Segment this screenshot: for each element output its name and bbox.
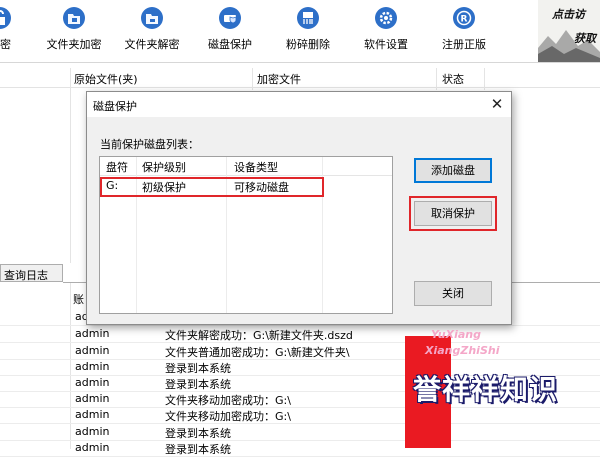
log-account: admin <box>75 376 110 389</box>
disk-protect-dialog: 磁盘保护 ✕ 当前保护磁盘列表： 盘符 保护级别 设备类型 G: 初级保护 可移… <box>86 91 512 325</box>
watermark-pinyin-1: YuXiang <box>431 328 481 341</box>
log-column-account[interactable]: 账 <box>73 291 84 307</box>
brand-text-1: 点击访 <box>552 8 585 21</box>
toolbar-label: 解密 <box>0 38 11 51</box>
log-message: 文件夹移动加密成功：G:\ <box>165 394 291 407</box>
svg-text:R: R <box>461 15 468 25</box>
highlight-box <box>409 196 497 231</box>
toolbar: 解密 文件夹加密 文件夹解密 磁盘保护 粉碎删除 软件设置 R 注册正版 点击访… <box>0 0 600 63</box>
log-message: 文件夹解密成功：G:\新建文件夹.dszd <box>165 329 353 342</box>
column-divider <box>436 68 437 90</box>
dialog-titlebar[interactable]: 磁盘保护 ✕ <box>87 92 511 117</box>
log-account: admin <box>75 408 110 421</box>
folder-lock-icon <box>63 7 85 29</box>
toolbar-folder-decrypt-button[interactable]: 文件夹解密 <box>114 4 190 58</box>
add-disk-button[interactable]: 添加磁盘 <box>414 158 492 183</box>
shred-icon <box>297 7 319 29</box>
toolbar-shred-button[interactable]: 粉碎删除 <box>270 4 346 58</box>
file-table-header: 原始文件(夹) 加密文件 状态 <box>0 68 600 88</box>
column-encrypted-file[interactable]: 加密文件 <box>257 71 301 87</box>
disk-shield-icon <box>219 7 241 29</box>
dialog-title: 磁盘保护 <box>93 100 137 113</box>
column-divider <box>252 68 253 90</box>
log-message: 文件夹移动加密成功：G:\ <box>165 410 291 423</box>
log-account: admin <box>75 392 110 405</box>
log-message: 登录到本系统 <box>165 362 231 375</box>
brand-logo[interactable]: 点击访 获取 <box>538 0 600 62</box>
toolbar-folder-encrypt-button[interactable]: 文件夹加密 <box>36 4 112 58</box>
toolbar-register-button[interactable]: R 注册正版 <box>426 4 502 58</box>
log-message: 登录到本系统 <box>165 378 231 391</box>
toolbar-label: 软件设置 <box>364 38 408 51</box>
folder-unlock-icon <box>141 7 163 29</box>
gear-icon <box>375 7 397 29</box>
column-divider <box>484 68 485 90</box>
column-drive[interactable]: 盘符 <box>106 159 128 175</box>
toolbar-label: 磁盘保护 <box>208 38 252 51</box>
log-message: 文件夹普通加密成功：G:\新建文件夹\ <box>165 346 350 359</box>
log-account: admin <box>75 441 110 454</box>
log-message: 登录到本系统 <box>165 443 231 456</box>
unlock-icon <box>0 7 11 29</box>
column-status[interactable]: 状态 <box>442 71 464 87</box>
log-account: admin <box>75 327 110 340</box>
toolbar-decrypt-button[interactable]: 解密 <box>0 4 38 58</box>
protected-disk-caption: 当前保护磁盘列表： <box>100 138 199 151</box>
registered-icon: R <box>453 7 475 29</box>
log-account: admin <box>75 344 110 357</box>
brand-text-2: 获取 <box>574 32 596 45</box>
column-divider <box>70 68 71 263</box>
close-icon[interactable]: ✕ <box>487 95 507 113</box>
watermark-logo: YuXiang XiangZhiShi 誉祥祥知识 <box>405 324 600 449</box>
watermark-pinyin-2: XiangZhiShi <box>425 344 500 357</box>
log-message: 登录到本系统 <box>165 427 231 440</box>
column-device-type[interactable]: 设备类型 <box>234 159 278 175</box>
tab-query-log[interactable]: 查询日志 <box>0 264 63 282</box>
close-button[interactable]: 关闭 <box>414 281 492 306</box>
list-header: 盘符 保护级别 设备类型 <box>100 157 392 176</box>
toolbar-label: 注册正版 <box>442 38 486 51</box>
highlight-box <box>100 177 324 197</box>
log-account: admin <box>75 360 110 373</box>
column-protect-level[interactable]: 保护级别 <box>142 159 186 175</box>
watermark-text: 誉祥祥知识 <box>413 373 559 406</box>
tab-label: 查询日志 <box>4 269 48 282</box>
toolbar-label: 文件夹解密 <box>124 38 180 51</box>
log-account: admin <box>75 425 110 438</box>
toolbar-settings-button[interactable]: 软件设置 <box>348 4 424 58</box>
column-original-file[interactable]: 原始文件(夹) <box>74 71 138 87</box>
toolbar-label: 文件夹加密 <box>46 38 102 51</box>
toolbar-disk-protect-button[interactable]: 磁盘保护 <box>192 4 268 58</box>
toolbar-label: 粉碎删除 <box>286 38 330 51</box>
